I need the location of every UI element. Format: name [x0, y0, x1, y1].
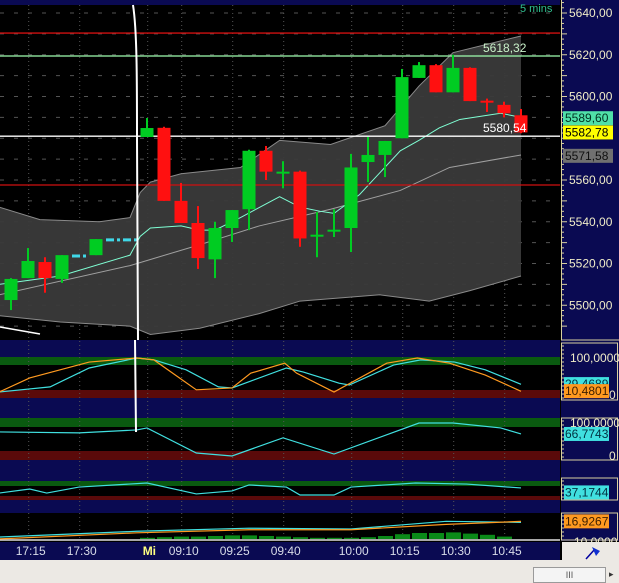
indicator-badge-label: 66,7743 [565, 427, 609, 441]
histogram-bar [259, 536, 274, 539]
pane-separator [0, 500, 560, 513]
candle-body [191, 223, 205, 259]
time-axis-label: 10:00 [339, 544, 369, 558]
histogram-bar [395, 534, 410, 539]
time-axis-label: 09:40 [271, 544, 301, 558]
candle-body [446, 67, 460, 93]
candle-body [497, 104, 511, 114]
histogram-bar [310, 537, 325, 539]
oversold-zone [0, 390, 560, 398]
time-axis-label: 09:25 [220, 544, 250, 558]
flag-button[interactable] [562, 542, 619, 560]
candle-body [4, 278, 18, 301]
scroll-right-arrow-icon[interactable]: ▸ [609, 569, 617, 581]
candle-body [378, 140, 392, 155]
time-axis-label: 10:45 [492, 544, 522, 558]
indicator-badge-label: 10,4801 [565, 384, 609, 398]
price-axis-label: 5520,00 [569, 257, 613, 271]
histogram-bar [208, 536, 223, 539]
pane-separator [0, 398, 560, 418]
histogram-bar [293, 537, 308, 539]
candle-body [242, 150, 256, 210]
histogram-bar [463, 533, 478, 539]
price-axis-label: 5540,00 [569, 215, 613, 229]
status-bar [0, 560, 619, 583]
time-axis-label: 17:30 [67, 544, 97, 558]
histogram-bar [174, 536, 189, 539]
histogram-bar [276, 536, 291, 539]
candle-body [429, 65, 443, 93]
indicator-axis-min: 0 [609, 388, 616, 402]
time-axis-label: 09:10 [169, 544, 199, 558]
candle-body [395, 77, 409, 139]
candle-body [38, 262, 52, 279]
candle-body [208, 228, 222, 260]
histogram-bar [157, 537, 172, 539]
histogram-bar [191, 536, 206, 539]
top-strip [0, 0, 560, 5]
candle-body [344, 167, 358, 229]
price-badge-label: 5582,78 [565, 125, 609, 139]
price-axis-label: 5640,00 [569, 6, 613, 20]
histogram-bar [497, 536, 512, 539]
oversold-zone [0, 496, 560, 500]
histogram-bar [378, 536, 393, 539]
candle-body [89, 239, 103, 256]
time-axis-label: 17:15 [16, 544, 46, 558]
histogram-bar [480, 534, 495, 539]
upper-band-label: 5618,32 [483, 41, 527, 55]
indicator-axis-min: 0 [609, 449, 616, 463]
candle-body [21, 260, 35, 279]
oversold-zone [0, 451, 560, 460]
indicator-badge-label: 16,9267 [565, 514, 609, 528]
histogram-bar [429, 533, 444, 539]
pane-separator [0, 460, 560, 481]
histogram-bar [446, 532, 461, 539]
time-axis-label: 10:30 [441, 544, 471, 558]
histogram-bar [361, 537, 376, 539]
horizontal-scrollbar-thumb[interactable]: III [533, 567, 606, 583]
histogram-bar [327, 537, 342, 539]
flag-icon [585, 547, 600, 560]
price-badge-label: 5571,58 [565, 149, 609, 163]
day-label: Mi [143, 544, 156, 558]
candle-body [480, 100, 494, 103]
candle-body [55, 255, 69, 279]
chart-canvas[interactable]: 5618,32 5580,54 5640,00 5620,00 5600,00 556… [0, 0, 619, 560]
candle-body [327, 229, 341, 232]
candle-body [361, 154, 375, 163]
candle-body [225, 210, 239, 229]
time-axis-label: 10:15 [390, 544, 420, 558]
candle-body [276, 171, 290, 174]
pane-separator [0, 340, 560, 357]
histogram-bar [412, 533, 427, 539]
histogram-bar [140, 537, 155, 539]
candle-body [412, 65, 426, 78]
indicator-axis-max: 100,0000 [570, 351, 619, 365]
lower-band-label: 5580,54 [483, 121, 527, 135]
histogram-bar [344, 537, 359, 539]
candle-body [174, 200, 188, 224]
price-axis-label: 5500,00 [569, 298, 613, 312]
price-axis-label: 5620,00 [569, 48, 613, 62]
price-badge-label: 5589,60 [565, 111, 609, 125]
candle-body [140, 128, 154, 137]
price-axis-label: 5600,00 [569, 90, 613, 104]
interval-label: 5 mins [520, 3, 553, 15]
candle-body [293, 171, 307, 239]
candle-body [157, 127, 171, 201]
histogram-bar [242, 535, 257, 539]
price-axis-label: 5560,00 [569, 173, 613, 187]
candle-body [463, 67, 477, 102]
candle-body [259, 150, 273, 172]
candle-body [310, 234, 324, 237]
indicator-badge-label: 37,1744 [565, 485, 609, 499]
histogram-bar [225, 535, 240, 539]
